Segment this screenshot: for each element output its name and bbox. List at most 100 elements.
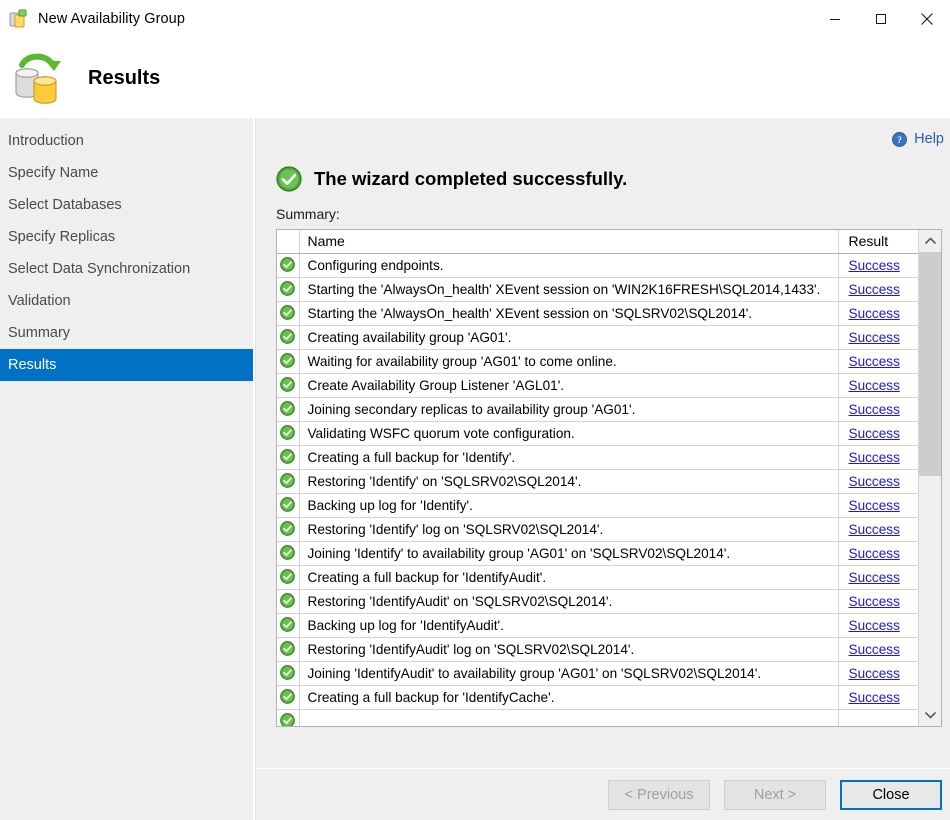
sidebar-item-validation[interactable]: Validation — [0, 285, 253, 317]
vertical-scrollbar[interactable] — [918, 230, 941, 726]
help-label: Help — [914, 131, 944, 147]
previous-button[interactable]: < Previous — [608, 780, 710, 810]
row-name: Restoring 'Identify' on 'SQLSRV02\SQL201… — [299, 469, 838, 493]
row-status-icon — [277, 253, 299, 277]
table-body: Configuring endpoints.SuccessStarting th… — [277, 253, 918, 726]
result-link[interactable]: Success — [849, 570, 900, 585]
maximize-icon[interactable] — [858, 0, 904, 38]
result-link[interactable]: Success — [849, 330, 900, 345]
result-link[interactable]: Success — [849, 666, 900, 681]
table-row[interactable]: Starting the 'AlwaysOn_health' XEvent se… — [277, 277, 918, 301]
results-grid-body: Name Result Configuring endpoints. Succes… — [277, 230, 918, 726]
sidebar-item-select-databases[interactable]: Select Databases — [0, 189, 253, 221]
result-link[interactable]: Success — [849, 594, 900, 609]
result-link[interactable]: Success — [849, 474, 900, 489]
result-link[interactable]: Success — [849, 450, 900, 465]
table-row[interactable]: Restoring 'Identify' on 'SQLSRV02\SQL201… — [277, 469, 918, 493]
sidebar-item-label: Introduction — [8, 133, 84, 149]
table-row[interactable]: Backing up log for 'IdentifyAudit'.Succe… — [277, 613, 918, 637]
result-link[interactable]: Success — [849, 618, 900, 633]
column-header-icon[interactable] — [277, 230, 299, 253]
result-link[interactable]: Success — [849, 378, 900, 393]
table-row[interactable]: Joining 'IdentifyAudit' to availability … — [277, 661, 918, 685]
table-row[interactable]: Starting the 'AlwaysOn_health' XEvent se… — [277, 301, 918, 325]
table-row[interactable]: Configuring endpoints. Success — [277, 253, 918, 277]
help-icon: ? — [892, 132, 907, 147]
table-row[interactable]: Restoring 'Identify' log on 'SQLSRV02\SQ… — [277, 517, 918, 541]
table-row[interactable]: Creating a full backup for 'Identify'.Su… — [277, 445, 918, 469]
success-check-icon — [280, 713, 295, 726]
table-row[interactable] — [277, 709, 918, 726]
database-sync-icon — [8, 49, 66, 107]
close-icon[interactable] — [904, 0, 950, 38]
result-link[interactable]: Success — [849, 354, 900, 369]
help-row: ? Help — [256, 118, 950, 154]
table-row[interactable]: Joining 'Identify' to availability group… — [277, 541, 918, 565]
result-link[interactable]: Success — [849, 690, 900, 705]
success-check-icon — [280, 617, 295, 632]
table-row[interactable]: Creating availability group 'AG01'.Succe… — [277, 325, 918, 349]
success-check-icon — [280, 665, 295, 680]
row-name: Joining 'IdentifyAudit' to availability … — [299, 661, 838, 685]
row-status-icon — [277, 637, 299, 661]
success-check-icon — [276, 166, 302, 192]
table-row[interactable]: Restoring 'IdentifyAudit' on 'SQLSRV02\S… — [277, 589, 918, 613]
table-row[interactable]: Creating a full backup for 'IdentifyAudi… — [277, 565, 918, 589]
chevron-down-icon[interactable] — [919, 704, 941, 726]
result-link[interactable]: Success — [849, 642, 900, 657]
close-button[interactable]: Close — [840, 780, 942, 810]
result-link[interactable]: Success — [849, 498, 900, 513]
sidebar-item-specify-name[interactable]: Specify Name — [0, 157, 253, 189]
result-link[interactable]: Success — [849, 306, 900, 321]
row-result: Success — [838, 637, 918, 661]
sidebar-item-specify-replicas[interactable]: Specify Replicas — [0, 221, 253, 253]
row-status-icon — [277, 565, 299, 589]
table-row[interactable]: Creating a full backup for 'IdentifyCach… — [277, 685, 918, 709]
sidebar-item-summary[interactable]: Summary — [0, 317, 253, 349]
result-link[interactable]: Success — [849, 522, 900, 537]
sidebar-item-label: Validation — [8, 293, 71, 309]
sidebar-item-select-data-synchronization[interactable]: Select Data Synchronization — [0, 253, 253, 285]
column-header-name[interactable]: Name — [299, 230, 838, 253]
row-status-icon — [277, 373, 299, 397]
help-link[interactable]: ? Help — [892, 131, 944, 147]
row-result: Success — [838, 349, 918, 373]
table-header-row: Name Result — [277, 230, 918, 253]
minimize-icon[interactable] — [812, 0, 858, 38]
page-header: Results — [0, 38, 950, 118]
result-link[interactable]: Success — [849, 282, 900, 297]
title-bar: New Availability Group — [0, 0, 950, 38]
row-result — [838, 709, 918, 726]
table-row[interactable]: Validating WSFC quorum vote configuratio… — [277, 421, 918, 445]
row-result: Success — [838, 277, 918, 301]
content-inner: The wizard completed successfully. Summa… — [256, 154, 950, 727]
availability-group-icon — [8, 8, 30, 30]
row-result: Success — [838, 565, 918, 589]
table-row[interactable]: Restoring 'IdentifyAudit' log on 'SQLSRV… — [277, 637, 918, 661]
wizard-footer: < Previous Next > Close — [256, 768, 950, 820]
row-status-icon — [277, 517, 299, 541]
table-row[interactable]: Joining secondary replicas to availabili… — [277, 397, 918, 421]
row-status-icon — [277, 613, 299, 637]
scrollbar-thumb[interactable] — [919, 252, 941, 476]
table-row[interactable]: Waiting for availability group 'AG01' to… — [277, 349, 918, 373]
table-row[interactable]: Backing up log for 'Identify'.Success — [277, 493, 918, 517]
row-status-icon — [277, 541, 299, 565]
sidebar-item-introduction[interactable]: Introduction — [0, 125, 253, 157]
row-status-icon — [277, 277, 299, 301]
column-header-result[interactable]: Result — [838, 230, 918, 253]
result-link[interactable]: Success — [849, 426, 900, 441]
next-button[interactable]: Next > — [724, 780, 826, 810]
content-panel: ? Help The wizard completed successfully… — [255, 118, 950, 820]
sidebar-item-results[interactable]: Results — [0, 349, 253, 381]
row-name: Joining 'Identify' to availability group… — [299, 541, 838, 565]
result-link[interactable]: Success — [849, 402, 900, 417]
chevron-up-icon[interactable] — [919, 230, 941, 252]
result-link[interactable]: Success — [849, 258, 900, 273]
result-link[interactable]: Success — [849, 546, 900, 561]
success-check-icon — [280, 593, 295, 608]
row-name: Configuring endpoints. — [299, 253, 838, 277]
success-check-icon — [280, 545, 295, 560]
row-name: Waiting for availability group 'AG01' to… — [299, 349, 838, 373]
table-row[interactable]: Create Availability Group Listener 'AGL0… — [277, 373, 918, 397]
